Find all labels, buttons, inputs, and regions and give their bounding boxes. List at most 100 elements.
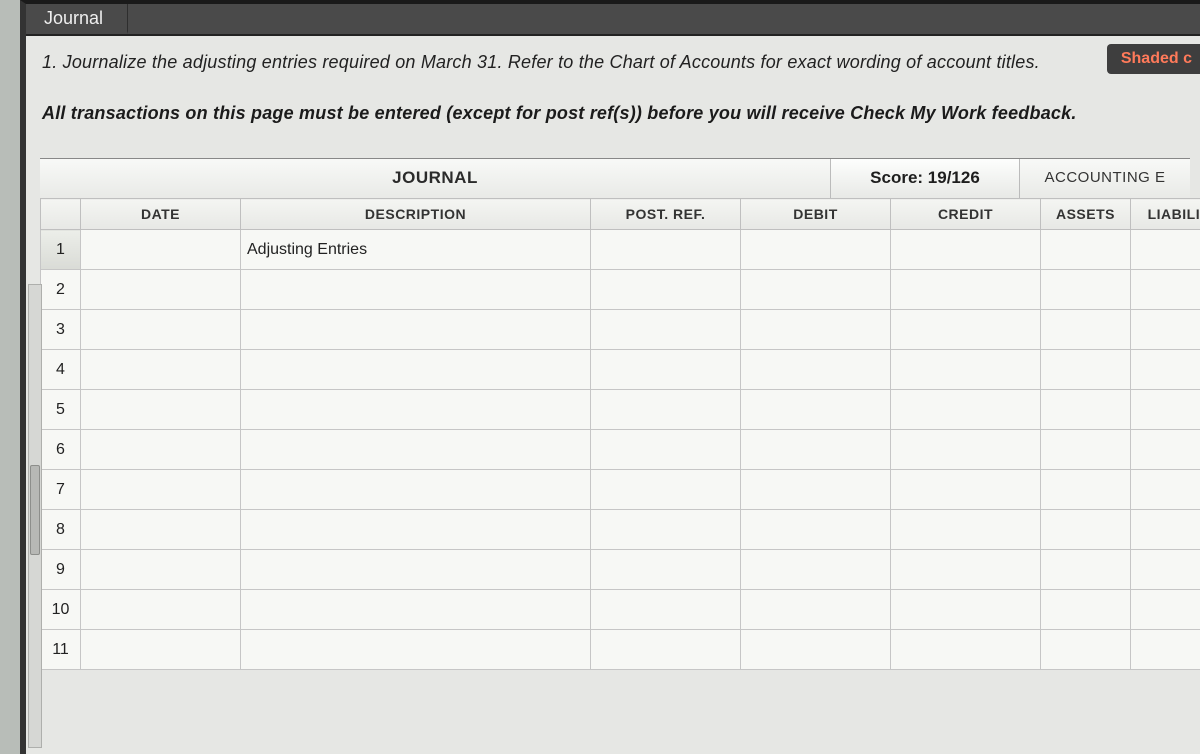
cell-postref[interactable] [591,390,741,430]
cell-description[interactable] [241,590,591,630]
cell-debit[interactable] [741,630,891,670]
col-header-rownum [41,199,81,230]
row-number[interactable]: 10 [41,590,81,630]
cell-date[interactable] [81,590,241,630]
cell-date[interactable] [81,390,241,430]
cell-debit[interactable] [741,510,891,550]
cell-assets[interactable] [1041,630,1131,670]
cell-assets[interactable] [1041,430,1131,470]
row-number[interactable]: 4 [41,350,81,390]
row-number[interactable]: 1 [41,230,81,270]
cell-assets[interactable] [1041,470,1131,510]
cell-date[interactable] [81,550,241,590]
cell-date[interactable] [81,630,241,670]
cell-credit[interactable] [891,270,1041,310]
shaded-cells-button[interactable]: Shaded c [1107,44,1200,74]
row-number[interactable]: 6 [41,430,81,470]
row-number[interactable]: 8 [41,510,81,550]
table-row: 10 [41,590,1200,630]
row-number[interactable]: 5 [41,390,81,430]
cell-debit[interactable] [741,550,891,590]
cell-assets[interactable] [1041,390,1131,430]
cell-postref[interactable] [591,230,741,270]
cell-debit[interactable] [741,470,891,510]
cell-debit[interactable] [741,350,891,390]
cell-assets[interactable] [1041,270,1131,310]
cell-date[interactable] [81,270,241,310]
vertical-scrollbar[interactable] [28,284,42,748]
row-number[interactable]: 9 [41,550,81,590]
cell-credit[interactable] [891,430,1041,470]
cell-date[interactable] [81,230,241,270]
cell-liabilities[interactable] [1131,230,1200,270]
cell-debit[interactable] [741,310,891,350]
cell-credit[interactable] [891,630,1041,670]
cell-liabilities[interactable] [1131,590,1200,630]
journal-table: DATE DESCRIPTION POST. REF. DEBIT CREDIT… [40,198,1200,670]
cell-credit[interactable] [891,590,1041,630]
cell-postref[interactable] [591,550,741,590]
cell-postref[interactable] [591,270,741,310]
row-number[interactable]: 7 [41,470,81,510]
cell-liabilities[interactable] [1131,550,1200,590]
col-header-liabilities: LIABILITIE [1131,199,1200,230]
col-header-debit: DEBIT [741,199,891,230]
cell-credit[interactable] [891,230,1041,270]
cell-assets[interactable] [1041,550,1131,590]
cell-postref[interactable] [591,470,741,510]
tab-journal[interactable]: Journal [26,4,128,34]
row-number[interactable]: 3 [41,310,81,350]
cell-date[interactable] [81,350,241,390]
cell-description[interactable] [241,510,591,550]
cell-description[interactable] [241,430,591,470]
cell-description[interactable] [241,630,591,670]
cell-liabilities[interactable] [1131,310,1200,350]
cell-debit[interactable] [741,390,891,430]
cell-credit[interactable] [891,310,1041,350]
cell-debit[interactable] [741,270,891,310]
cell-liabilities[interactable] [1131,270,1200,310]
col-header-description: DESCRIPTION [241,199,591,230]
cell-date[interactable] [81,430,241,470]
cell-credit[interactable] [891,550,1041,590]
cell-postref[interactable] [591,430,741,470]
cell-assets[interactable] [1041,230,1131,270]
col-header-assets: ASSETS [1041,199,1131,230]
cell-liabilities[interactable] [1131,510,1200,550]
cell-description[interactable] [241,470,591,510]
cell-description[interactable] [241,310,591,350]
cell-credit[interactable] [891,470,1041,510]
row-number[interactable]: 2 [41,270,81,310]
cell-postref[interactable] [591,310,741,350]
cell-description[interactable] [241,550,591,590]
cell-assets[interactable] [1041,310,1131,350]
cell-description[interactable]: Adjusting Entries [241,230,591,270]
cell-debit[interactable] [741,590,891,630]
cell-description[interactable] [241,270,591,310]
cell-liabilities[interactable] [1131,630,1200,670]
cell-credit[interactable] [891,510,1041,550]
cell-credit[interactable] [891,350,1041,390]
cell-description[interactable] [241,350,591,390]
table-row: 9 [41,550,1200,590]
cell-date[interactable] [81,470,241,510]
cell-credit[interactable] [891,390,1041,430]
cell-liabilities[interactable] [1131,390,1200,430]
scrollbar-thumb[interactable] [30,465,40,555]
cell-date[interactable] [81,510,241,550]
cell-liabilities[interactable] [1131,430,1200,470]
cell-description[interactable] [241,390,591,430]
cell-assets[interactable] [1041,350,1131,390]
cell-date[interactable] [81,310,241,350]
cell-postref[interactable] [591,630,741,670]
cell-postref[interactable] [591,590,741,630]
cell-debit[interactable] [741,430,891,470]
cell-debit[interactable] [741,230,891,270]
cell-assets[interactable] [1041,510,1131,550]
cell-liabilities[interactable] [1131,350,1200,390]
cell-assets[interactable] [1041,590,1131,630]
cell-postref[interactable] [591,510,741,550]
row-number[interactable]: 11 [41,630,81,670]
cell-postref[interactable] [591,350,741,390]
cell-liabilities[interactable] [1131,470,1200,510]
